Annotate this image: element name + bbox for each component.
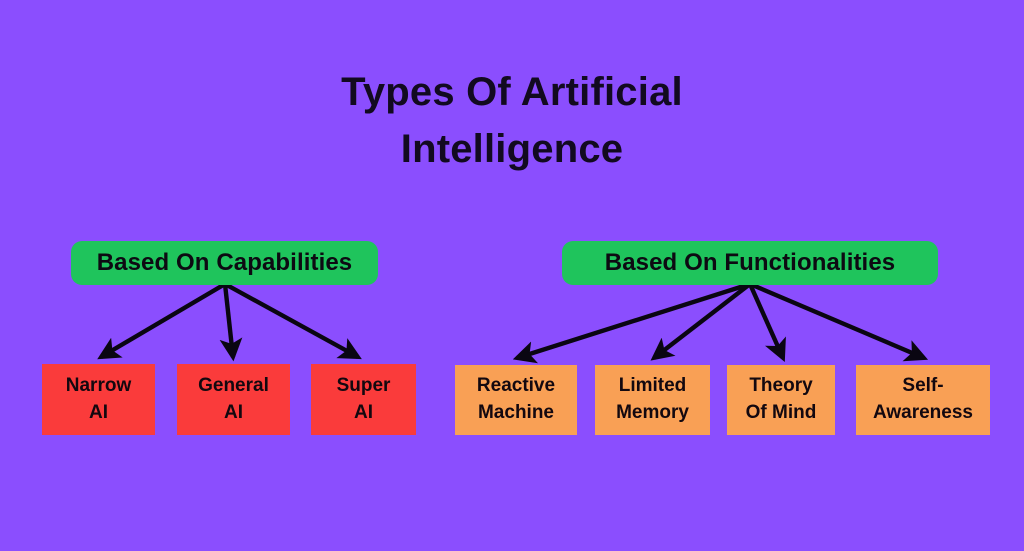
node-general-ai-line-1: General: [198, 374, 269, 396]
page-title: Types Of Artificial Intelligence: [0, 64, 1024, 178]
node-limited-memory-line-2: Memory: [616, 402, 689, 423]
page-title-line-1: Types Of Artificial: [341, 70, 683, 114]
group-header-capabilities-label: Based On Capabilities: [96, 249, 353, 276]
node-theory-of-mind[interactable]: Theory Of Mind: [727, 365, 835, 435]
diagram-canvas: Types Of Artificial Intelligence Based O…: [0, 0, 1024, 551]
node-general-ai-line-2: AI: [224, 401, 243, 423]
node-reactive-machine-line-1: Reactive: [476, 375, 556, 397]
node-narrow-ai-line-1: Narrow: [65, 374, 132, 396]
arrow-capabilities-super: [223, 282, 362, 360]
node-narrow-ai[interactable]: Narrow AI: [42, 364, 155, 435]
node-narrow-ai-line-2: AI: [89, 401, 108, 423]
arrow-capabilities-narrow: [97, 282, 227, 360]
page-title-line-2: Intelligence: [400, 126, 624, 171]
node-self-awareness-line-1: Self-: [902, 375, 944, 397]
node-self-awareness[interactable]: Self- Awareness: [856, 365, 990, 435]
node-theory-of-mind-line-2: Of Mind: [745, 402, 817, 423]
arrow-functionalities-limited-memory: [650, 282, 752, 361]
node-theory-of-mind-line-1: Theory: [749, 375, 813, 397]
node-super-ai-line-1: Super: [336, 374, 391, 396]
arrow-functionalities-self-awareness: [749, 281, 929, 362]
node-limited-memory-line-1: Limited: [618, 375, 687, 397]
node-reactive-machine-line-2: Machine: [477, 402, 555, 423]
node-reactive-machine[interactable]: Reactive Machine: [455, 365, 577, 435]
group-header-functionalities[interactable]: Based On Functionalities: [562, 241, 938, 285]
group-header-functionalities-label: Based On Functionalities: [604, 249, 896, 276]
arrow-capabilities-general: [219, 283, 243, 362]
node-general-ai[interactable]: General AI: [177, 364, 290, 435]
node-limited-memory[interactable]: Limited Memory: [595, 365, 710, 435]
node-self-awareness-line-2: Awareness: [873, 402, 973, 423]
arrow-functionalities-theory-of-mind: [747, 283, 786, 363]
node-super-ai-line-2: AI: [354, 401, 373, 423]
group-header-capabilities[interactable]: Based On Capabilities: [71, 241, 378, 285]
node-super-ai[interactable]: Super AI: [311, 364, 416, 435]
arrow-functionalities-reactive-machine: [512, 281, 751, 364]
